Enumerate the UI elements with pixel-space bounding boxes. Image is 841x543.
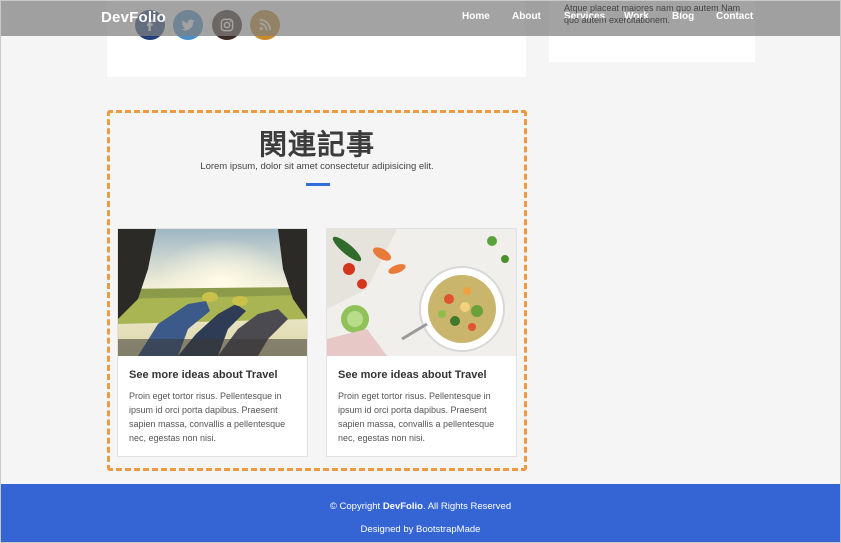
article-card-food[interactable]: See more ideas about Travel Proin eget t… <box>326 228 517 457</box>
copyright: © Copyright DevFolio. All Rights Reserve… <box>0 501 841 512</box>
travel-photo[interactable] <box>118 229 307 356</box>
copyright-suffix: . All Rights Reserved <box>422 501 512 512</box>
food-photo[interactable] <box>327 229 516 356</box>
related-articles-section: 関連記事 Lorem ipsum, dolor sit amet consect… <box>107 110 527 471</box>
section-subtitle: Lorem ipsum, dolor sit amet consectetur … <box>200 161 434 172</box>
card-text: Proin eget tortor risus. Pellentesque in… <box>129 391 286 443</box>
card-text: Proin eget tortor risus. Pellentesque in… <box>338 391 495 443</box>
nav-home[interactable]: Home <box>462 11 490 22</box>
footer: © Copyright DevFolio. All Rights Reserve… <box>0 484 841 543</box>
nav-about[interactable]: About <box>512 11 541 22</box>
copyright-brand: DevFolio <box>382 501 423 512</box>
title-underline <box>306 183 330 186</box>
brand-logo[interactable]: DevFolio <box>101 9 166 26</box>
section-title: 関連記事 <box>258 128 375 161</box>
article-card-travel[interactable]: See more ideas about Travel Proin eget t… <box>117 228 308 457</box>
card-title[interactable]: See more ideas about Travel <box>129 369 278 381</box>
credits: Designed by BootstrapMade <box>360 524 481 535</box>
sidebar-text: Atque placeat maiores nam quo autem Nam … <box>564 3 741 25</box>
copyright-prefix: © Copyright <box>329 501 383 512</box>
card-title[interactable]: See more ideas about Travel <box>338 369 487 381</box>
